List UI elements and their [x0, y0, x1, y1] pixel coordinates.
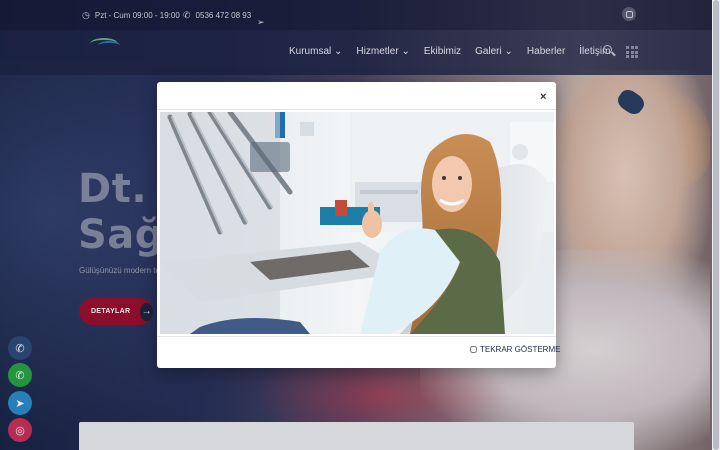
dental-clinic-photo [160, 112, 554, 334]
modal-divider-top [157, 109, 556, 110]
dont-show-again[interactable]: TEKRAR GÖSTERME [470, 345, 560, 354]
close-icon[interactable]: × [540, 91, 546, 103]
page-scrollbar[interactable] [712, 0, 720, 450]
dont-show-again-checkbox[interactable] [470, 346, 477, 353]
dont-show-again-label: TEKRAR GÖSTERME [480, 345, 561, 354]
scrollbar-thumb[interactable] [713, 0, 719, 450]
modal-divider-bottom [157, 336, 556, 337]
popup-modal: × TEKRAR GÖSTERME [157, 82, 560, 368]
